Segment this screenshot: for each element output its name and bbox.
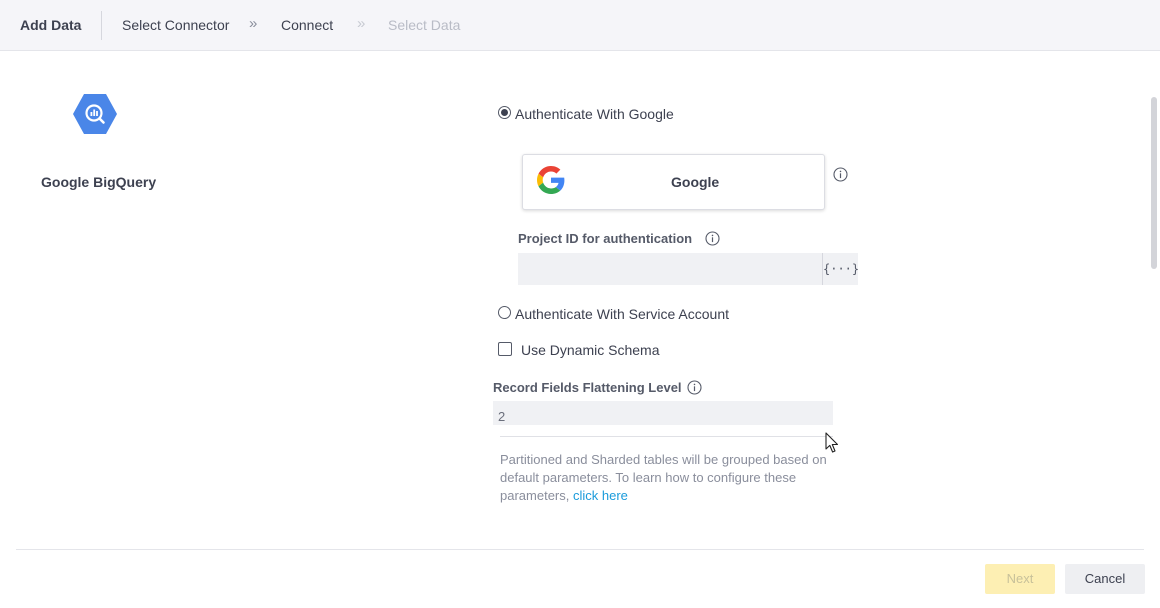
wizard-title: Add Data xyxy=(20,17,82,33)
dynamic-schema-checkbox[interactable] xyxy=(498,342,512,356)
flattening-info-icon[interactable] xyxy=(687,380,702,395)
partition-help-text: Partitioned and Sharded tables will be g… xyxy=(500,451,845,505)
mouse-pointer-icon xyxy=(825,432,839,453)
wizard-header: Add Data Select Connector » Connect » Se… xyxy=(0,0,1160,51)
next-button[interactable]: Next xyxy=(985,564,1055,594)
footer-divider xyxy=(16,549,1144,550)
header-divider xyxy=(101,11,102,40)
google-button-label: Google xyxy=(671,174,720,190)
auth-service-account-label[interactable]: Authenticate With Service Account xyxy=(515,306,729,322)
breadcrumb-separator: » xyxy=(357,15,366,32)
auth-google-radio[interactable] xyxy=(498,106,511,119)
project-id-info-icon[interactable] xyxy=(705,231,720,246)
auth-google-label[interactable]: Authenticate With Google xyxy=(515,106,674,122)
google-logo-icon xyxy=(537,166,565,194)
flattening-level-label: Record Fields Flattening Level xyxy=(493,380,682,395)
google-info-icon[interactable] xyxy=(833,167,848,182)
input-underline xyxy=(500,436,833,437)
help-click-here-link[interactable]: click here xyxy=(573,488,628,503)
variable-picker-button[interactable]: {···} xyxy=(822,253,859,285)
google-signin-button[interactable]: Google xyxy=(522,154,825,210)
breadcrumb-select-connector[interactable]: Select Connector xyxy=(122,17,229,33)
project-id-input[interactable] xyxy=(518,253,822,285)
breadcrumb-connect[interactable]: Connect xyxy=(281,17,333,33)
auth-service-account-radio[interactable] xyxy=(498,306,511,319)
cancel-button[interactable]: Cancel xyxy=(1065,564,1145,594)
bigquery-icon xyxy=(73,94,117,134)
dynamic-schema-label[interactable]: Use Dynamic Schema xyxy=(521,342,660,358)
project-id-label: Project ID for authentication xyxy=(518,231,693,246)
vertical-scrollbar[interactable] xyxy=(1151,97,1157,269)
flattening-level-input[interactable] xyxy=(493,401,833,425)
help-text-body: Partitioned and Sharded tables will be g… xyxy=(500,452,827,503)
breadcrumb-separator: » xyxy=(249,15,258,32)
connector-name: Google BigQuery xyxy=(41,174,157,190)
breadcrumb-select-data: Select Data xyxy=(388,17,461,33)
